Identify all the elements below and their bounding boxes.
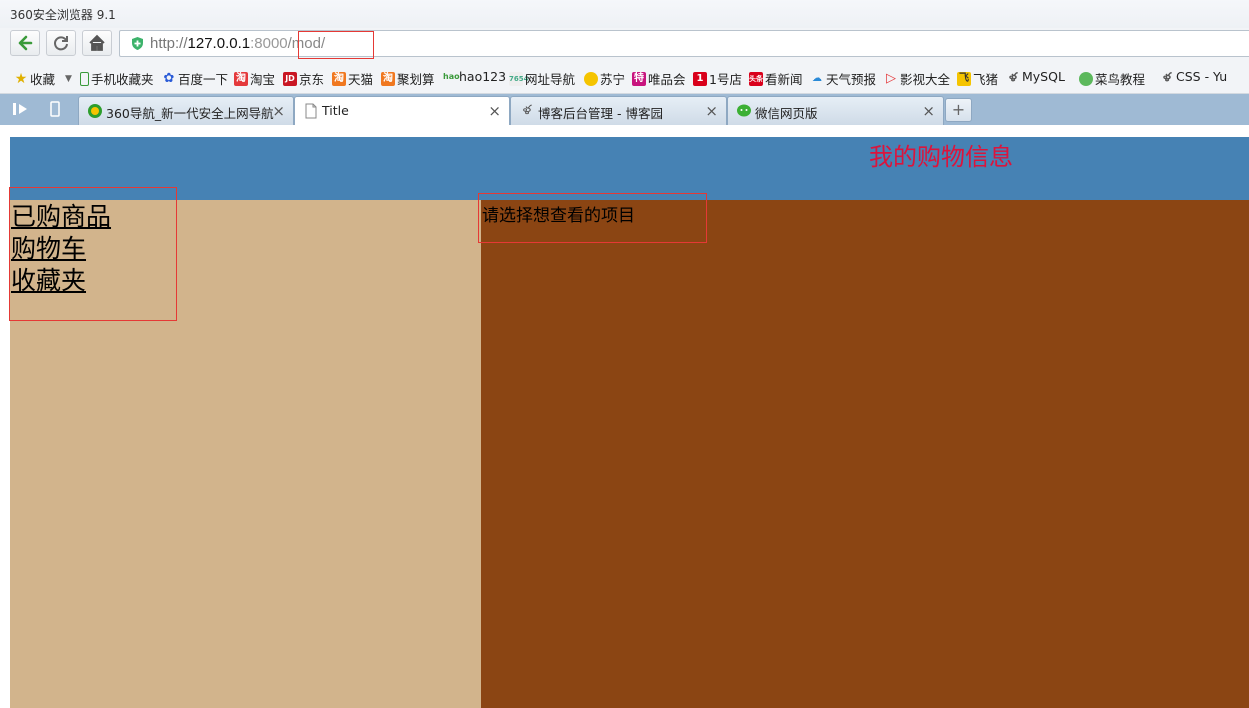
suning-icon <box>584 71 598 86</box>
fliggy-icon: 飞 <box>957 71 971 86</box>
menu-link-cart[interactable]: 购物车 <box>11 233 176 265</box>
nav-site-icon: 7654 <box>509 71 528 86</box>
star-icon: ★ <box>14 70 28 87</box>
refresh-button[interactable] <box>46 30 76 56</box>
shield-icon <box>132 37 143 50</box>
runoob-icon <box>1079 71 1093 86</box>
bookmarks-bar: ★ 收藏 ▼ 手机收藏夹 ✿ 百度一下 淘淘宝 JD 京东 淘天猫 淘聚划算 hao ha… <box>0 60 1249 94</box>
hao123-icon: hao <box>443 71 460 81</box>
back-button[interactable] <box>10 30 40 56</box>
phone-icon <box>80 71 89 86</box>
menu-link-favorites[interactable]: 收藏夹 <box>11 265 176 297</box>
yhd-icon: 1 <box>693 71 707 86</box>
bookmark-favorites[interactable]: ★ 收藏 ▼ <box>14 69 72 88</box>
bookmark-news[interactable]: 头条 看新闻 <box>749 69 803 88</box>
navigation-bar: http://127.0.0.1:8000/mod/ <box>0 28 1249 60</box>
close-tab-icon[interactable]: × <box>488 102 501 120</box>
page-title: 我的购物信息 <box>869 143 1013 171</box>
sidebar-toggle-icon[interactable] <box>12 101 30 117</box>
video-icon: ▷ <box>886 70 896 86</box>
jd-icon: JD <box>283 71 297 86</box>
window-titlebar: 360安全浏览器 9.1 <box>0 0 1249 28</box>
home-button[interactable] <box>82 30 112 56</box>
weather-icon: ☁ <box>812 72 822 84</box>
close-tab-icon[interactable]: × <box>705 102 718 120</box>
mobile-icon[interactable] <box>46 101 64 117</box>
sidebar-menu: 已购商品 购物车 收藏夹 <box>9 187 177 321</box>
wechat-icon <box>737 104 751 117</box>
bookmark-suning[interactable]: 苏宁 <box>584 69 625 88</box>
page-icon <box>305 103 317 119</box>
bookmark-tmall[interactable]: 淘天猫 <box>332 69 373 88</box>
cnblogs-icon: ళ <box>522 103 532 118</box>
tab-cnblogs-admin[interactable]: ళ 博客后台管理 - 博客园 × <box>510 96 727 125</box>
browser-window: 360安全浏览器 9.1 http://127.0.0.1:8000/mod/ … <box>0 0 1249 708</box>
news-icon: 头条 <box>749 71 763 86</box>
360-icon <box>88 104 102 118</box>
tab-title[interactable]: Title × <box>294 96 510 126</box>
url-path-highlight-box <box>298 31 374 59</box>
select-prompt: 请选择想查看的项目 <box>478 193 707 243</box>
address-bar[interactable]: http://127.0.0.1:8000/mod/ <box>119 30 1249 57</box>
bookmark-weather[interactable]: ☁ 天气预报 <box>810 69 876 88</box>
url-host: 127.0.0.1 <box>187 35 251 52</box>
taobao-icon: 淘 <box>234 71 248 86</box>
bookmark-juhuasuan[interactable]: 淘聚划算 <box>381 69 435 88</box>
page-header: 我的购物信息 <box>10 137 1249 200</box>
bookmark-runoob[interactable]: 菜鸟教程 <box>1079 69 1145 88</box>
bookmark-yhd[interactable]: 1 1号店 <box>693 69 742 88</box>
url-port: :8000 <box>250 35 288 52</box>
back-arrow-icon <box>18 35 33 51</box>
cnblogs-icon: ళ <box>1163 69 1171 84</box>
bookmark-hao123[interactable]: hao hao123 <box>443 69 506 84</box>
tab-bar: 360导航_新一代安全上网导航 × Title × ళ 博客后台管理 - 博客园… <box>0 94 1249 126</box>
page-viewport: 我的购物信息 已购商品 购物车 收藏夹 请选择想查看的项目 <box>0 125 1249 708</box>
bookmark-baidu[interactable]: ✿ 百度一下 <box>162 69 228 88</box>
tmall-icon: 淘 <box>332 71 346 86</box>
close-tab-icon[interactable]: × <box>272 102 285 120</box>
page-sidebar: 已购商品 购物车 收藏夹 <box>9 187 481 708</box>
bookmark-fliggy[interactable]: 飞飞猪 <box>957 69 998 88</box>
bookmark-site-nav[interactable]: 7654 网址导航 <box>509 69 575 88</box>
new-tab-button[interactable]: + <box>945 98 972 122</box>
bookmark-jd[interactable]: JD 京东 <box>283 69 324 88</box>
close-tab-icon[interactable]: × <box>922 102 935 120</box>
bookmark-taobao[interactable]: 淘淘宝 <box>234 69 275 88</box>
bookmark-css[interactable]: ళ CSS - Yu <box>1160 69 1227 84</box>
menu-link-purchased[interactable]: 已购商品 <box>11 201 176 233</box>
refresh-icon <box>54 36 68 51</box>
page-main-content: 请选择想查看的项目 <box>478 193 1249 708</box>
window-title: 360安全浏览器 9.1 <box>10 8 116 22</box>
url-scheme: http:// <box>150 35 188 52</box>
baidu-icon: ✿ <box>163 70 175 86</box>
bookmark-video[interactable]: ▷ 影视大全 <box>884 69 950 88</box>
tab-360-nav[interactable]: 360导航_新一代安全上网导航 × <box>78 96 294 125</box>
cnblogs-icon: ళ <box>1009 69 1017 84</box>
bookmark-vip[interactable]: 特唯品会 <box>632 69 686 88</box>
tab-wechat[interactable]: 微信网页版 × <box>727 96 944 125</box>
bookmark-mysql[interactable]: ళ MySQL <box>1006 69 1065 84</box>
vip-icon: 特 <box>632 71 646 86</box>
juhuasuan-icon: 淘 <box>381 71 395 86</box>
chevron-down-icon: ▼ <box>65 73 72 84</box>
bookmark-mobile-favorites[interactable]: 手机收藏夹 <box>80 69 154 88</box>
home-icon <box>89 34 105 51</box>
